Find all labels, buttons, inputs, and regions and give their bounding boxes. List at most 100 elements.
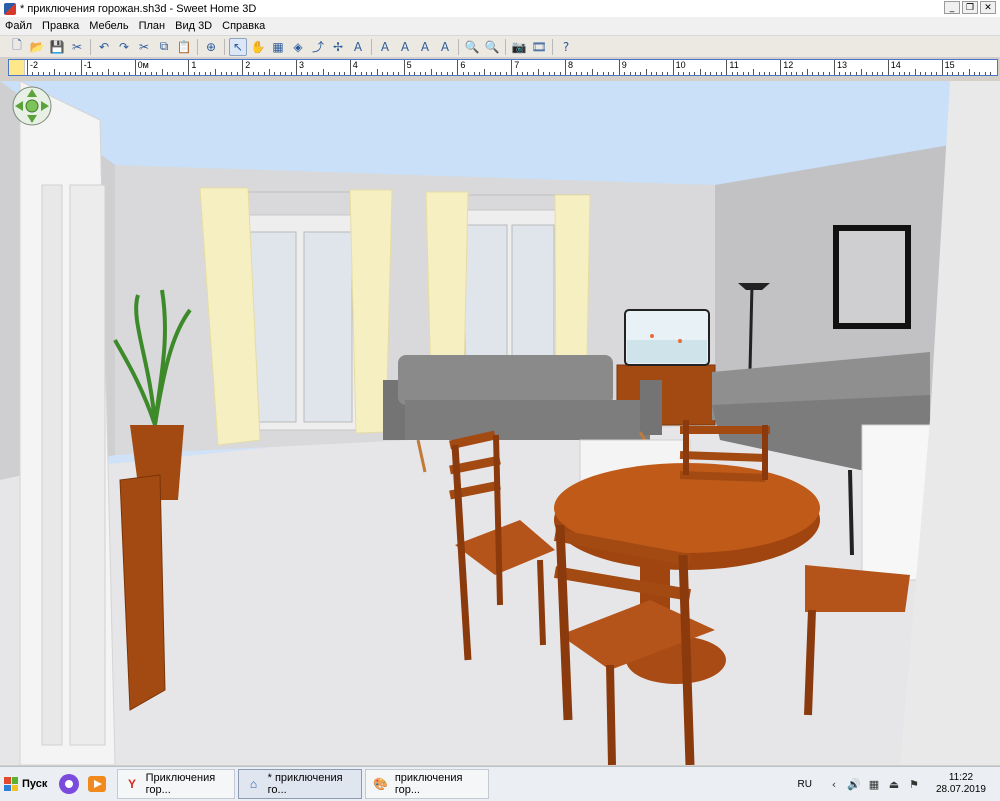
ruler-label: 8 bbox=[568, 60, 574, 70]
ruler-minor-tick bbox=[640, 72, 642, 75]
open-icon[interactable]: 📂 bbox=[28, 38, 46, 56]
ruler-minor-tick bbox=[683, 72, 685, 75]
pan-mode-icon[interactable]: ✋ bbox=[249, 38, 267, 56]
menu-furniture[interactable]: Мебель bbox=[84, 20, 133, 32]
menu-file[interactable]: Файл bbox=[0, 20, 37, 32]
ruler-minor-tick bbox=[554, 72, 556, 75]
save-icon[interactable]: 💾 bbox=[48, 38, 66, 56]
add-furniture-icon[interactable]: ⊕ bbox=[202, 38, 220, 56]
ruler-minor-tick bbox=[586, 72, 588, 75]
create-video-icon[interactable]: 🎞 bbox=[530, 38, 548, 56]
sweet-home-3d-icon: ⌂ bbox=[249, 777, 258, 791]
menu-edit[interactable]: Правка bbox=[37, 20, 84, 32]
add-text-icon[interactable]: A bbox=[349, 38, 367, 56]
menu-plan[interactable]: План bbox=[134, 20, 171, 32]
ruler-minor-tick bbox=[279, 72, 281, 75]
preferences-icon[interactable]: ✂ bbox=[68, 38, 86, 56]
ruler-minor-tick bbox=[823, 72, 825, 75]
ruler-label: 4 bbox=[352, 60, 358, 70]
decrease-text-icon[interactable]: A bbox=[396, 38, 414, 56]
taskbar-task[interactable]: Y Приключения гор... bbox=[117, 769, 236, 799]
ruler-major-tick bbox=[242, 60, 244, 75]
increase-text-icon[interactable]: A bbox=[376, 38, 394, 56]
create-rooms-icon[interactable]: ◈ bbox=[289, 38, 307, 56]
zoom-in-icon[interactable]: 🔍 bbox=[463, 38, 481, 56]
undo-icon[interactable]: ↶ bbox=[95, 38, 113, 56]
menu-3d-view[interactable]: Вид 3D bbox=[170, 20, 217, 32]
ruler-major-tick bbox=[296, 60, 297, 75]
ruler-minor-tick bbox=[123, 72, 125, 75]
ruler-minor-tick bbox=[317, 72, 319, 75]
usb-icon[interactable]: ⏏ bbox=[886, 778, 902, 791]
close-button[interactable]: ✕ bbox=[980, 1, 996, 14]
ruler-minor-tick bbox=[990, 72, 992, 75]
ruler-minor-tick bbox=[946, 72, 948, 75]
ruler-minor-tick bbox=[909, 72, 911, 75]
menu-help[interactable]: Справка bbox=[217, 20, 270, 32]
alice-assistant-icon[interactable] bbox=[55, 770, 83, 798]
ruler-minor-tick bbox=[441, 72, 443, 75]
bold-text-icon[interactable]: A bbox=[416, 38, 434, 56]
ruler-minor-tick bbox=[613, 72, 615, 75]
create-polylines-icon[interactable]: ⤴ bbox=[309, 38, 327, 56]
select-mode-icon[interactable]: ↖ bbox=[229, 37, 247, 56]
task-list: Y Приключения гор... ⌂ * приключения го... 🎨… bbox=[117, 769, 492, 799]
ruler-minor-tick bbox=[398, 72, 400, 75]
ruler-minor-tick bbox=[903, 72, 905, 75]
minimize-button[interactable]: _ bbox=[944, 1, 960, 14]
taskbar-task[interactable]: ⌂ * приключения го... bbox=[238, 769, 363, 799]
create-dimensions-icon[interactable]: ✢ bbox=[329, 38, 347, 56]
ruler-label: -2 bbox=[30, 60, 39, 70]
ruler-minor-tick bbox=[419, 72, 421, 75]
italic-text-icon[interactable]: A bbox=[436, 38, 454, 56]
ruler-minor-tick bbox=[231, 72, 233, 75]
cut-icon[interactable]: ✂ bbox=[135, 38, 153, 56]
taskbar-task[interactable]: 🎨 приключения гор... bbox=[365, 769, 490, 799]
clock-time: 11:22 bbox=[948, 772, 974, 783]
zoom-out-icon[interactable]: 🔍 bbox=[483, 38, 501, 56]
volume-icon[interactable]: 🔊 bbox=[846, 778, 862, 791]
start-button[interactable]: Пуск bbox=[0, 769, 55, 799]
paste-icon[interactable]: 📋 bbox=[175, 38, 193, 56]
ruler-minor-tick bbox=[86, 72, 88, 75]
ruler-minor-tick bbox=[199, 72, 201, 75]
ruler-minor-tick bbox=[301, 72, 303, 75]
ruler-minor-tick bbox=[204, 72, 206, 75]
ruler-minor-tick bbox=[866, 72, 868, 75]
ruler-minor-tick bbox=[667, 72, 669, 75]
new-home-icon[interactable]: 🗋 bbox=[8, 38, 26, 56]
create-walls-icon[interactable]: ▦ bbox=[269, 38, 287, 56]
ruler-minor-tick bbox=[930, 72, 932, 75]
toolbar-separator bbox=[90, 38, 91, 55]
ruler-minor-tick bbox=[435, 72, 437, 75]
3d-view[interactable] bbox=[0, 81, 1000, 765]
ruler-minor-tick bbox=[274, 72, 276, 75]
chair-leg bbox=[804, 609, 816, 716]
ruler-minor-tick bbox=[548, 72, 550, 75]
ruler-minor-tick bbox=[193, 72, 195, 75]
ruler-minor-tick bbox=[860, 69, 862, 75]
ruler-minor-tick bbox=[624, 72, 626, 75]
ruler-minor-tick bbox=[70, 72, 72, 75]
navigation-arrows-icon[interactable] bbox=[12, 86, 52, 126]
redo-icon[interactable]: ↷ bbox=[115, 38, 133, 56]
ruler-minor-tick bbox=[102, 72, 104, 75]
ruler-minor-tick bbox=[731, 72, 733, 75]
ruler-minor-tick bbox=[774, 72, 776, 75]
plan-ruler[interactable]: -2 -1 0м 1 2 3 4 5 6 7 8 9 10 11 12 13 14 15 bbox=[8, 59, 998, 76]
media-player-icon[interactable] bbox=[83, 770, 111, 798]
clock[interactable]: 11:22 28.07.2019 bbox=[936, 772, 986, 796]
copy-icon[interactable]: ⧉ bbox=[155, 38, 173, 56]
ruler-minor-tick bbox=[850, 72, 852, 75]
create-photo-icon[interactable]: 📷 bbox=[510, 38, 528, 56]
chevron-up-icon[interactable]: ‹ bbox=[826, 778, 842, 791]
maximize-button[interactable]: ❐ bbox=[962, 1, 978, 14]
language-indicator[interactable]: RU bbox=[797, 779, 811, 790]
fish bbox=[650, 334, 654, 338]
ruler-minor-tick bbox=[656, 72, 658, 75]
flag-icon[interactable]: ⚑ bbox=[906, 778, 922, 791]
ruler-minor-tick bbox=[984, 72, 986, 75]
help-icon[interactable]: ? bbox=[557, 38, 575, 56]
network-icon[interactable]: ▦ bbox=[866, 778, 882, 791]
ruler-minor-tick bbox=[161, 69, 163, 75]
